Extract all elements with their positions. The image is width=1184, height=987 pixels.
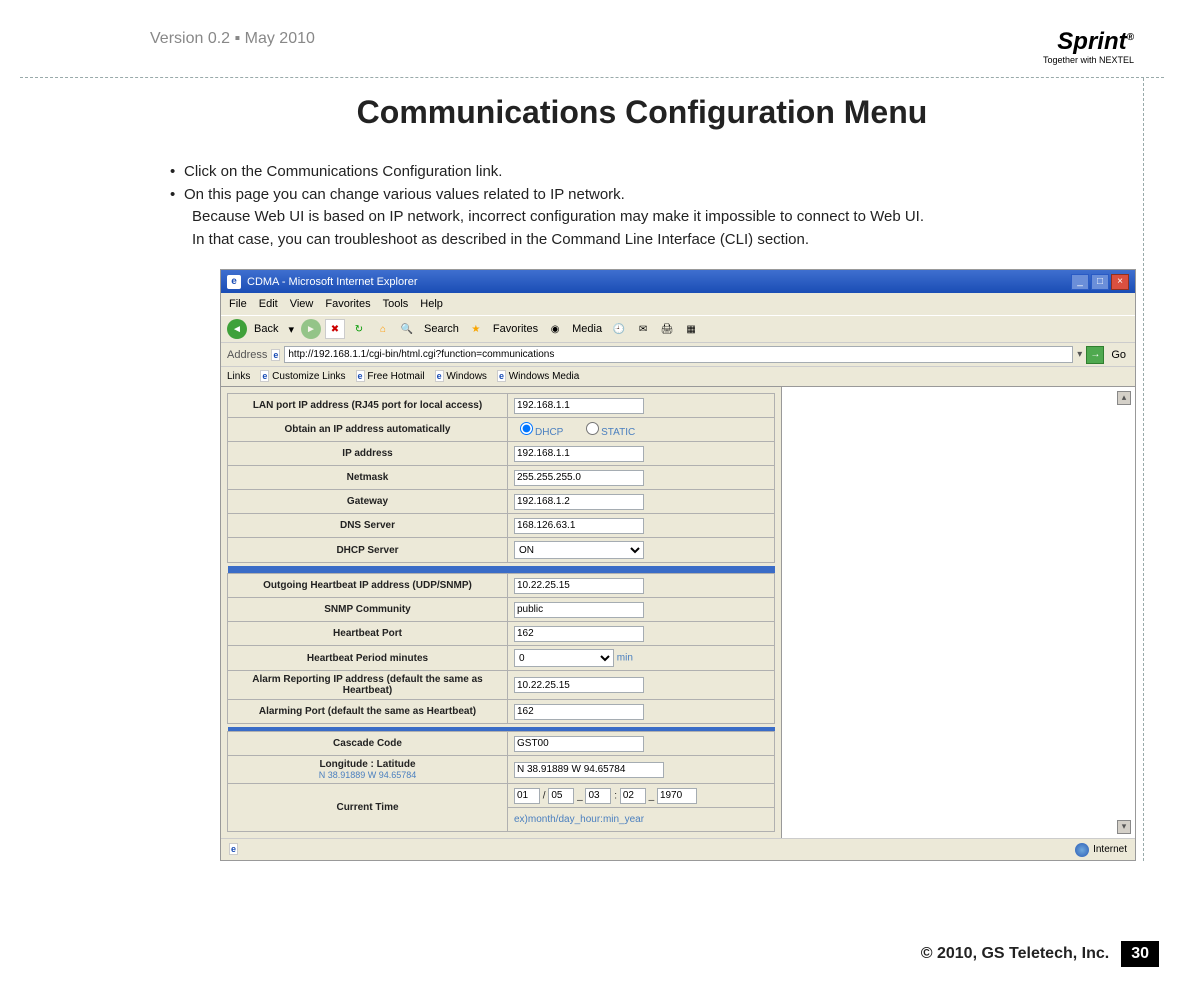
menu-favorites[interactable]: Favorites [325,298,370,310]
back-label[interactable]: Back [251,323,281,335]
minimize-button[interactable]: _ [1071,274,1089,290]
time-min-input[interactable] [620,788,646,804]
snmp-input[interactable] [514,602,644,618]
stop-button[interactable]: ✖ [325,319,345,339]
bullet-2b: In that case, you can troubleshoot as de… [170,229,1134,252]
hb-period-select[interactable]: 0 [514,649,614,667]
version-text: Version 0.2 ▪ May 2010 [150,30,315,48]
menu-bar[interactable]: File Edit View Favorites Tools Help [221,293,1135,315]
favorites-icon[interactable]: ★ [466,319,486,339]
bullet-2: On this page you can change various valu… [184,184,625,207]
address-label: Address [227,349,267,361]
cascade-label: Cascade Code [228,732,508,756]
snmp-label: SNMP Community [228,598,508,622]
link-windows-media[interactable]: Windows Media [509,371,580,382]
ie-icon: e [227,275,241,289]
hb-port-input[interactable] [514,626,644,642]
back-button[interactable]: ◄ [227,319,247,339]
gateway-input[interactable] [514,494,644,510]
page-icon: e [271,349,280,361]
bullet-2a: Because Web UI is based on IP network, i… [170,206,1134,229]
edit-button[interactable]: ▦ [681,319,701,339]
menu-file[interactable]: File [229,298,247,310]
lonlat-sub: N 38.91889 W 94.65784 [234,770,501,780]
link-customize[interactable]: Customize Links [272,371,345,382]
menu-edit[interactable]: Edit [259,298,278,310]
static-radio[interactable] [586,422,599,435]
lan-ip-label: LAN port IP address (RJ45 port for local… [228,394,508,418]
search-icon[interactable]: 🔍 [397,319,417,339]
links-label: Links [227,371,250,382]
menu-help[interactable]: Help [420,298,443,310]
hb-period-unit: min [617,653,633,664]
dhcp-server-select[interactable]: ON [514,541,644,559]
dhcp-radio[interactable] [520,422,533,435]
home-button[interactable]: ⌂ [373,319,393,339]
mail-button[interactable]: ✉ [633,319,653,339]
netmask-label: Netmask [228,466,508,490]
page-title: Communications Configuration Menu [150,78,1134,161]
close-button[interactable]: × [1111,274,1129,290]
browser-screenshot: e CDMA - Microsoft Internet Explorer _ □… [220,269,1136,861]
lan-ip-input[interactable] [514,398,644,414]
out-hb-label: Outgoing Heartbeat IP address (UDP/SNMP) [228,574,508,598]
hb-port-label: Heartbeat Port [228,622,508,646]
gateway-label: Gateway [228,490,508,514]
time-year-input[interactable] [657,788,697,804]
static-radio-label: STATIC [601,427,635,438]
bullet-1: Click on the Communications Configuratio… [184,161,502,184]
dns-label: DNS Server [228,514,508,538]
time-hint: ex)month/day_hour:min_year [514,814,644,825]
alarm-port-label: Alarming Port (default the same as Heart… [228,700,508,724]
internet-icon [1075,843,1089,857]
lonlat-input[interactable] [514,762,664,778]
cascade-input[interactable] [514,736,644,752]
search-label[interactable]: Search [421,323,462,335]
alarm-ip-label: Alarm Reporting IP address (default the … [228,671,508,700]
refresh-button[interactable]: ↻ [349,319,369,339]
ip-label: IP address [228,442,508,466]
scroll-down-button[interactable]: ▾ [1117,820,1131,834]
menu-tools[interactable]: Tools [383,298,409,310]
print-button[interactable]: 🖨 [657,319,677,339]
lonlat-label: Longitude : LatitudeN 38.91889 W 94.6578… [228,756,508,784]
time-hour-input[interactable] [585,788,611,804]
obtain-ip-label: Obtain an IP address automatically [228,418,508,442]
netmask-input[interactable] [514,470,644,486]
maximize-button[interactable]: □ [1091,274,1109,290]
address-input[interactable] [284,346,1073,363]
menu-view[interactable]: View [290,298,314,310]
time-label: Current Time [228,784,508,832]
window-title: CDMA - Microsoft Internet Explorer [247,276,418,288]
media-icon[interactable]: ◉ [545,319,565,339]
copyright: © 2010, GS Teletech, Inc. [921,945,1109,963]
hb-period-label: Heartbeat Period minutes [228,646,508,671]
status-zone: Internet [1075,843,1127,857]
time-month-input[interactable] [514,788,540,804]
media-label[interactable]: Media [569,323,605,335]
sprint-logo: Sprint® Together with NEXTEL [1043,30,1134,65]
dhcp-server-label: DHCP Server [228,538,508,563]
status-left: e [229,844,238,855]
go-label: Go [1108,349,1129,361]
go-button[interactable]: → [1086,346,1104,364]
dhcp-radio-label: DHCP [535,427,563,438]
time-day-input[interactable] [548,788,574,804]
history-button[interactable]: 🕘 [609,319,629,339]
forward-button[interactable]: ► [301,319,321,339]
page-number: 30 [1121,941,1159,967]
favorites-label[interactable]: Favorites [490,323,541,335]
scroll-up-button[interactable]: ▴ [1117,391,1131,405]
link-hotmail[interactable]: Free Hotmail [367,371,424,382]
ip-input[interactable] [514,446,644,462]
alarm-port-input[interactable] [514,704,644,720]
out-hb-input[interactable] [514,578,644,594]
dns-input[interactable] [514,518,644,534]
link-windows[interactable]: Windows [446,371,487,382]
alarm-ip-input[interactable] [514,677,644,693]
